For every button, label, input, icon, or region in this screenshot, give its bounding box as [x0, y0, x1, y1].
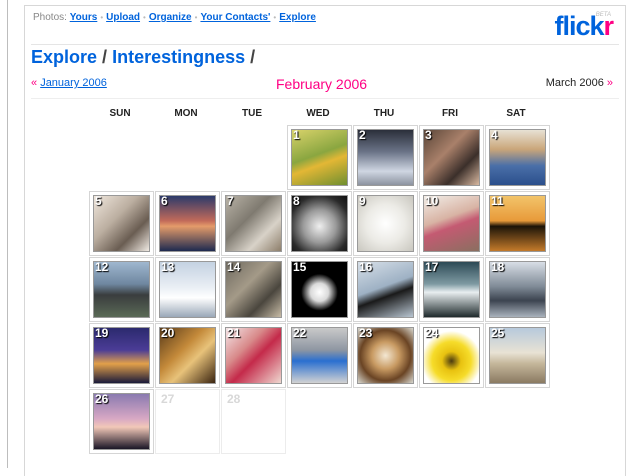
calendar-day-4[interactable]: 4 [485, 125, 550, 190]
calendar-day-24[interactable]: 24 [419, 323, 484, 388]
nav-explore-link[interactable]: Explore [279, 12, 316, 23]
day-number: 24 [425, 326, 439, 340]
calendar-day-18[interactable]: 18 [485, 257, 550, 322]
day-number: 22 [293, 326, 307, 340]
calendar-day-5[interactable]: 5 [89, 191, 154, 256]
calendar-day-13[interactable]: 13 [155, 257, 220, 322]
calendar-day-26[interactable]: 26 [89, 389, 154, 454]
day-number: 8 [293, 194, 300, 208]
calendar-day-3[interactable]: 3 [419, 125, 484, 190]
weekday-fri: FRI [441, 108, 459, 119]
day-number: 4 [491, 128, 498, 142]
calendar-day-20[interactable]: 20 [155, 323, 220, 388]
nav-upload-link[interactable]: Upload [106, 12, 140, 23]
beta-badge: BETA [595, 12, 611, 18]
day-number: 7 [227, 194, 234, 208]
day-number: 28 [227, 392, 241, 406]
day-number: 19 [95, 326, 109, 340]
day-number: 10 [425, 194, 439, 208]
calendar-day-17[interactable]: 17 [419, 257, 484, 322]
calendar-day-19[interactable]: 19 [89, 323, 154, 388]
next-month-link[interactable]: March 2006 [546, 77, 604, 89]
title-separator: / [102, 47, 108, 67]
nav-prefix: Photos: [33, 12, 67, 23]
prev-month-link[interactable]: January 2006 [40, 77, 107, 89]
prev-month-nav: « January 2006 [31, 77, 107, 89]
day-number: 9 [359, 194, 366, 208]
calendar-day-27: 27 [155, 389, 220, 454]
calendar-day-10[interactable]: 10 [419, 191, 484, 256]
day-number: 26 [95, 392, 109, 406]
day-number: 20 [161, 326, 175, 340]
weekday-wed: WED [306, 108, 330, 119]
calendar-day-23[interactable]: 23 [353, 323, 418, 388]
calendar-day-8[interactable]: 8 [287, 191, 352, 256]
day-number: 2 [359, 128, 366, 142]
day-number: 17 [425, 260, 439, 274]
weekday-mon: MON [174, 108, 198, 119]
title-separator-end: / [250, 47, 256, 67]
nav-separator: • [194, 13, 198, 22]
day-number: 27 [161, 392, 175, 406]
day-number: 6 [161, 194, 168, 208]
calendar-day-1[interactable]: 1 [287, 125, 352, 190]
calendar-day-21[interactable]: 21 [221, 323, 286, 388]
day-number: 11 [491, 194, 504, 208]
calendar-day-22[interactable]: 22 [287, 323, 352, 388]
calendar-day-16[interactable]: 16 [353, 257, 418, 322]
nav-separator: • [100, 13, 104, 22]
day-number: 18 [491, 260, 505, 274]
weekday-thu: THU [373, 108, 395, 119]
calendar-day-14[interactable]: 14 [221, 257, 286, 322]
nav-contacts-link[interactable]: Your Contacts' [200, 12, 270, 23]
day-number: 13 [161, 260, 175, 274]
day-number: 15 [293, 260, 307, 274]
day-number: 23 [359, 326, 373, 340]
prev-arrow-icon: « [31, 77, 38, 89]
nav-separator: • [143, 13, 146, 22]
next-month-nav[interactable]: March 2006 » [546, 77, 613, 89]
day-number: 3 [425, 128, 432, 142]
calendar-day-6[interactable]: 6 [155, 191, 220, 256]
day-number: 25 [491, 326, 505, 340]
next-arrow-icon: » [606, 77, 613, 89]
interestingness-title-link[interactable]: Interestingness [112, 47, 245, 67]
day-number: 12 [95, 260, 109, 274]
explore-title-link[interactable]: Explore [31, 47, 97, 67]
calendar-day-7[interactable]: 7 [221, 191, 286, 256]
calendar-day-2[interactable]: 2 [353, 125, 418, 190]
calendar-day-12[interactable]: 12 [89, 257, 154, 322]
left-divider [7, 0, 8, 468]
nav-separator: • [273, 13, 277, 22]
month-nav-divider [31, 98, 619, 99]
header-divider [31, 44, 619, 45]
calendar-day-28: 28 [221, 389, 286, 454]
nav-organize-link[interactable]: Organize [149, 12, 192, 23]
page-frame: Photos: Yours • Upload • Organize • Your Conta… [24, 5, 626, 476]
top-navigation: Photos: Yours • Upload • Organize • Your Conta… [33, 12, 316, 23]
weekday-sat: SAT [506, 108, 526, 119]
calendar-day-15[interactable]: 15 [287, 257, 352, 322]
calendar-day-25[interactable]: 25 [485, 323, 550, 388]
current-month-label: February 2006 [276, 76, 368, 92]
weekday-sun: SUN [109, 108, 131, 119]
day-number: 16 [359, 260, 373, 274]
calendar-day-9[interactable]: 9 [353, 191, 418, 256]
day-number: 5 [95, 194, 102, 208]
day-number: 21 [227, 326, 241, 340]
day-number: 1 [293, 128, 300, 142]
calendar-day-11[interactable]: 11 [485, 191, 550, 256]
weekday-tue: TUE [242, 108, 262, 119]
page-title: Explore / Interestingness / [31, 47, 255, 68]
day-number: 14 [227, 260, 241, 274]
nav-yours-link[interactable]: Yours [70, 12, 98, 23]
